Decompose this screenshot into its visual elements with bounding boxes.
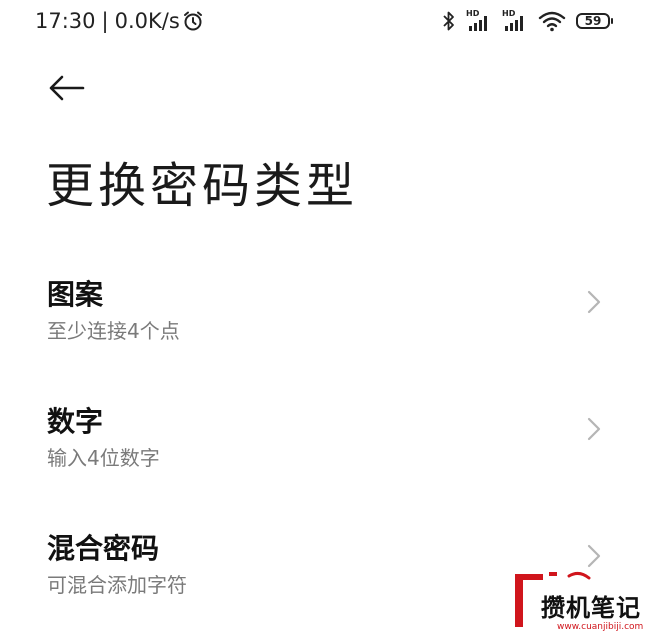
chevron-right-icon (587, 417, 601, 441)
battery-level: 59 (584, 14, 602, 28)
alarm-icon (183, 11, 202, 31)
watermark-url: www.cuanjibiji.com (557, 622, 644, 632)
status-left: 17:30 | 0.0K/s (35, 9, 204, 33)
option-subtitle: 可混合添加字符 (47, 573, 187, 597)
status-right: HD HD 59 (442, 10, 613, 32)
option-numeric[interactable]: 数字 输入4位数字 (0, 400, 648, 510)
watermark-logo: 攒机笔记 www.cuanjibiji.com (509, 570, 648, 633)
option-pattern[interactable]: 图案 至少连接4个点 (0, 273, 648, 383)
back-arrow-icon (49, 75, 85, 101)
signal-1-icon: HD (466, 10, 492, 32)
chevron-right-icon (587, 544, 601, 568)
bluetooth-icon (443, 11, 454, 31)
status-bar: 17:30 | 0.0K/s HD HD 59 (0, 0, 648, 44)
status-time: 17:30 (35, 9, 96, 33)
back-button[interactable] (44, 70, 88, 106)
watermark-text: 攒机笔记 (541, 594, 641, 622)
battery-icon: 59 (576, 13, 613, 29)
wifi-icon (538, 11, 566, 32)
option-title: 数字 (47, 405, 104, 438)
option-title: 图案 (47, 278, 104, 311)
network-speed: 0.0K/s (114, 9, 180, 33)
option-subtitle: 至少连接4个点 (47, 319, 180, 343)
status-separator: | (101, 9, 109, 33)
option-subtitle: 输入4位数字 (47, 446, 160, 470)
screen: 17:30 | 0.0K/s HD HD 59 更换密码类型 图案 至少连接4个… (0, 0, 648, 633)
signal-2-icon: HD (502, 10, 528, 32)
chevron-right-icon (587, 290, 601, 314)
option-title: 混合密码 (47, 532, 160, 565)
page-title: 更换密码类型 (46, 158, 359, 214)
